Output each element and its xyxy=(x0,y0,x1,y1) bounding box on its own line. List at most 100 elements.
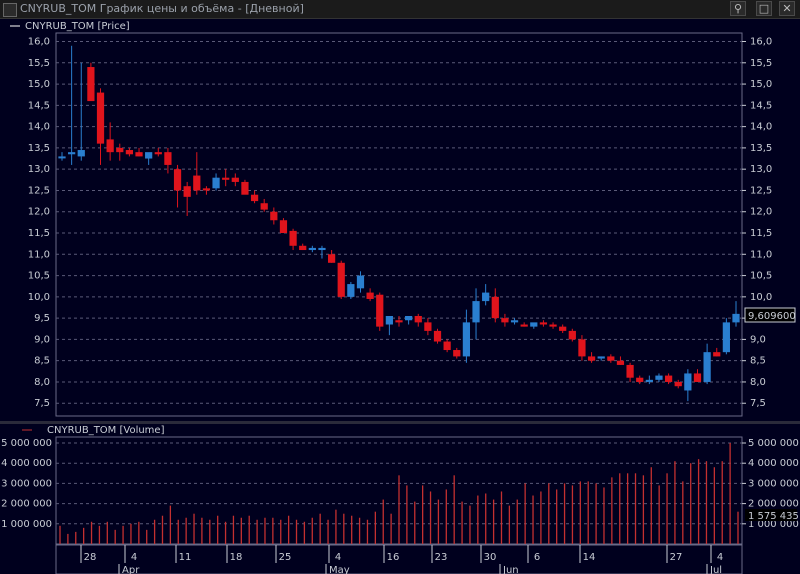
close-button[interactable]: ✕ xyxy=(779,1,795,16)
time-day-label: 23 xyxy=(435,552,448,563)
volume-tick-label-left: 1 000 000 xyxy=(1,519,52,530)
candle-body xyxy=(684,373,692,391)
price-tick-label-right: 13,0 xyxy=(750,164,772,175)
price-tick-label-right: 8,5 xyxy=(750,356,766,367)
candle-body xyxy=(722,322,730,353)
time-day-label: 30 xyxy=(484,552,497,563)
restore-button[interactable]: □ xyxy=(756,1,772,16)
candle-body xyxy=(183,186,191,197)
candle-body xyxy=(173,169,182,191)
price-tick-label-left: 11,5 xyxy=(28,228,50,239)
candle-body xyxy=(713,352,721,357)
candle-body xyxy=(549,324,557,327)
candle-body xyxy=(77,150,85,157)
price-tick-label-right: 12,0 xyxy=(750,207,772,218)
candle-body xyxy=(116,147,124,153)
time-day-label: 6 xyxy=(534,552,540,563)
candle-body xyxy=(327,254,336,263)
candle-body xyxy=(568,330,576,340)
panel-splitter[interactable] xyxy=(0,421,800,424)
window-titlebar: CNYRUB_TOM График цены и объёма - [Дневн… xyxy=(0,0,800,19)
price-tick-label-left: 10,0 xyxy=(28,292,50,303)
candle-body xyxy=(520,324,528,327)
candle-body xyxy=(501,318,509,323)
time-day-label: 4 xyxy=(335,552,341,563)
candle-body xyxy=(202,188,211,191)
price-tick-label-left: 14,0 xyxy=(28,122,50,133)
candle-body xyxy=(231,177,239,182)
candle-body xyxy=(559,326,567,331)
volume-tick-label-right: 3 000 000 xyxy=(748,478,799,489)
candle-body xyxy=(424,322,432,331)
price-tick-label-right: 14,0 xyxy=(750,122,772,133)
price-tick-label-right: 13,5 xyxy=(750,143,772,154)
candle-body xyxy=(347,284,355,297)
price-tick-label-right: 12,5 xyxy=(750,185,772,196)
candle-body xyxy=(308,247,316,251)
candle-body xyxy=(433,330,442,342)
candle-body xyxy=(510,320,519,323)
candle-body xyxy=(125,150,134,155)
candle-body xyxy=(616,360,625,365)
time-day-label: 28 xyxy=(84,552,97,563)
candle-body xyxy=(106,139,114,153)
candle-body xyxy=(539,322,548,325)
price-tick-label-right: 14,5 xyxy=(750,100,772,111)
volume-tick-label-right: 2 000 000 xyxy=(748,499,799,510)
pin-button[interactable]: ⚲ xyxy=(730,1,746,16)
candle-body xyxy=(578,339,586,357)
price-tick-label-left: 15,0 xyxy=(28,79,50,90)
price-tick-label-left: 9,0 xyxy=(34,334,50,345)
candle-body xyxy=(58,156,66,159)
candle-body xyxy=(366,292,374,299)
candle-body xyxy=(597,356,605,359)
price-tick-label-left: 14,5 xyxy=(28,100,50,111)
price-tick-label-left: 8,0 xyxy=(34,377,50,388)
candle-body xyxy=(376,294,384,327)
candle-body xyxy=(154,152,162,155)
candle-body xyxy=(87,67,95,102)
time-month-label: Jul xyxy=(709,565,722,574)
price-tick-label-left: 12,0 xyxy=(28,207,50,218)
time-day-label: 18 xyxy=(230,552,243,563)
candle-body xyxy=(385,315,393,325)
price-tick-label-right: 7,5 xyxy=(750,398,766,409)
candle-body xyxy=(395,320,403,323)
time-day-label: 27 xyxy=(670,552,683,563)
price-tick-label-right: 11,0 xyxy=(750,249,772,260)
candle-body xyxy=(96,92,105,144)
time-day-label: 25 xyxy=(279,552,292,563)
candle-body xyxy=(645,379,653,382)
price-tick-label-right: 10,5 xyxy=(750,271,772,282)
last-price-label: 9,609600 xyxy=(748,311,796,322)
candle-body xyxy=(260,203,268,210)
candle-body xyxy=(222,177,230,180)
price-tick-label-right: 11,5 xyxy=(750,228,772,239)
candle-body xyxy=(655,375,663,380)
candle-body xyxy=(68,152,76,155)
candle-body xyxy=(289,230,297,246)
volume-tick-label-left: 5 000 000 xyxy=(1,438,52,449)
candle-body xyxy=(674,381,682,387)
candle-body xyxy=(703,352,711,382)
price-tick-label-left: 11,0 xyxy=(28,249,50,260)
candle-body xyxy=(607,356,615,361)
candle-body xyxy=(462,322,471,357)
price-tick-label-left: 13,5 xyxy=(28,143,50,154)
volume-tick-label-left: 3 000 000 xyxy=(1,478,52,489)
candle-body xyxy=(414,315,422,323)
price-tick-label-right: 10,0 xyxy=(750,292,772,303)
price-tick-label-right: 15,5 xyxy=(750,58,772,69)
price-tick-label-left: 9,5 xyxy=(34,313,50,324)
candle-body xyxy=(212,177,220,189)
candle-body xyxy=(587,356,596,361)
candle-body xyxy=(241,181,249,195)
time-month-label: May xyxy=(329,565,350,574)
price-tick-label-right: 9,0 xyxy=(750,334,766,345)
time-month-label: Jun xyxy=(502,565,519,574)
candle-body xyxy=(693,373,702,382)
candle-body xyxy=(318,247,326,251)
time-month-label: Apr xyxy=(122,565,140,574)
candle-body xyxy=(279,220,288,234)
price-tick-label-left: 10,5 xyxy=(28,271,50,282)
